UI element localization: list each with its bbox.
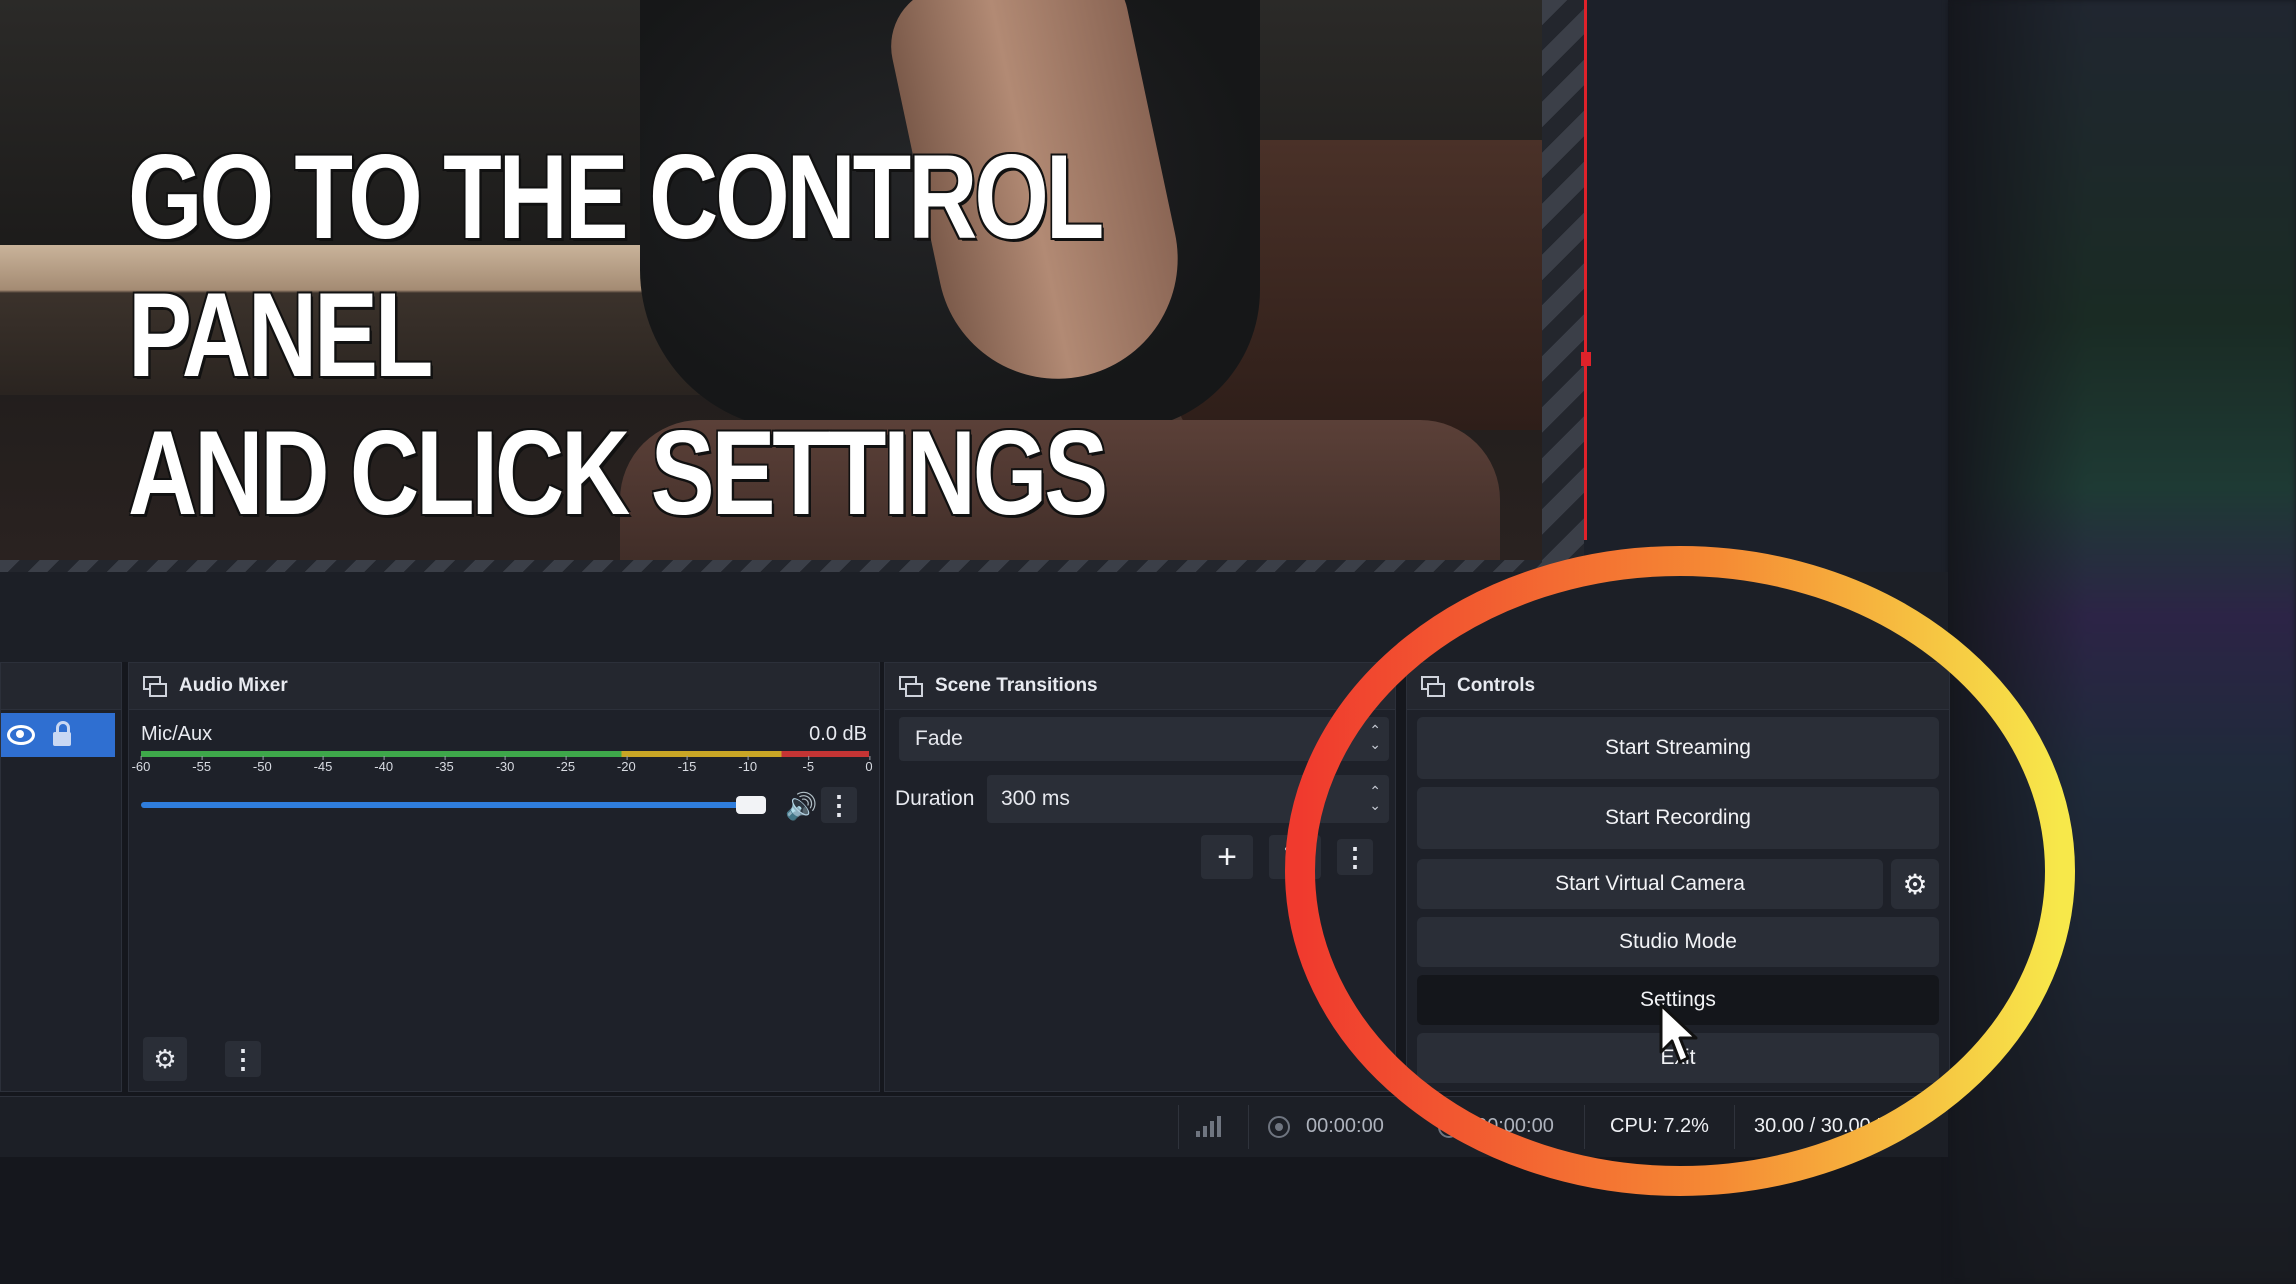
transition-menu-kebab-icon[interactable]: ⋮ xyxy=(1337,839,1373,875)
headline-overlay: GO TO THE CONTROL PANEL AND CLICK SETTIN… xyxy=(128,128,1262,542)
recording-indicator-icon xyxy=(1438,1115,1460,1138)
transition-select[interactable]: Fade ⌃ ⌄ xyxy=(899,717,1389,761)
headline-line-1: GO TO THE CONTROL PANEL xyxy=(128,130,1103,402)
meter-tick-label: -40 xyxy=(374,756,394,774)
record-time: 00:00:00 xyxy=(1476,1115,1554,1137)
meter-tick-label: -55 xyxy=(192,756,212,774)
meter-tick-label: -60 xyxy=(131,756,151,774)
dock-band xyxy=(0,572,1948,662)
sources-panel xyxy=(0,662,122,1092)
undock-icon[interactable] xyxy=(1419,674,1445,698)
speaker-icon[interactable]: 🔊 xyxy=(785,791,817,822)
scene-transitions-panel: Scene Transitions Fade ⌃ ⌄ Duration 300 m… xyxy=(884,662,1396,1092)
start-streaming-button[interactable]: Start Streaming xyxy=(1417,717,1939,779)
transition-select-value: Fade xyxy=(915,727,963,750)
record-status: 00:00:00 xyxy=(1438,1115,1554,1138)
spinbox-arrows-icon[interactable]: ⌃ ⌄ xyxy=(1369,784,1381,812)
source-row-selected[interactable] xyxy=(1,713,115,757)
duration-label: Duration xyxy=(895,787,975,810)
status-separator xyxy=(1248,1105,1249,1149)
start-virtual-camera-button[interactable]: Start Virtual Camera xyxy=(1417,859,1883,909)
meter-tick-label: -35 xyxy=(434,756,454,774)
blurred-background xyxy=(1948,0,2296,1284)
mixer-level-readout: 0.0 dB xyxy=(809,723,867,745)
status-separator xyxy=(1584,1105,1585,1149)
advanced-audio-gear-icon[interactable]: ⚙ xyxy=(143,1037,187,1081)
meter-ticks: -60 -55 -50 -45 -40 -35 -30 -25 -20 -15 -10 -5 0 xyxy=(132,756,873,783)
duration-value: 300 ms xyxy=(1001,787,1070,810)
streaming-indicator-icon xyxy=(1268,1115,1290,1138)
volume-slider-track[interactable] xyxy=(141,802,751,808)
scene-transitions-header: Scene Transitions xyxy=(885,663,1395,710)
preview-edge-stripes-vertical xyxy=(1542,0,1584,572)
audio-mixer-title: Audio Mixer xyxy=(179,675,288,696)
fps-readout: 30.00 / 30.00 FPS xyxy=(1754,1115,1916,1137)
mouse-cursor-icon xyxy=(1659,1003,1698,1064)
mixer-source-name: Mic/Aux xyxy=(141,723,213,745)
remove-transition-trash-icon[interactable]: 🗑 xyxy=(1269,835,1321,879)
meter-tick-label: -25 xyxy=(556,756,576,774)
select-arrows-icon: ⌃ ⌄ xyxy=(1369,722,1381,752)
status-separator xyxy=(1734,1105,1735,1149)
undock-icon[interactable] xyxy=(141,674,167,698)
undock-icon[interactable] xyxy=(897,674,923,698)
meter-tick-label: -50 xyxy=(252,756,272,774)
controls-header: Controls xyxy=(1407,663,1949,710)
preview-edge-stripes xyxy=(0,560,1545,572)
scene-transitions-title: Scene Transitions xyxy=(935,675,1098,696)
eye-icon[interactable] xyxy=(7,725,35,745)
network-status xyxy=(1196,1115,1222,1137)
meter-tick-label: -20 xyxy=(616,756,636,774)
meter-tick-label: -30 xyxy=(495,756,515,774)
headline-line-2: AND CLICK SETTINGS xyxy=(128,406,1108,540)
meter-tick-label: -45 xyxy=(313,756,333,774)
audio-mixer-panel: Audio Mixer Mic/Aux 0.0 dB -60 -55 -50 -45-… xyxy=(128,662,880,1092)
lock-icon[interactable] xyxy=(53,721,71,746)
preview-bounding-line xyxy=(1584,0,1587,540)
signal-strength-icon xyxy=(1196,1115,1222,1137)
audio-mixer-header: Audio Mixer xyxy=(129,663,879,710)
canvas-background xyxy=(1584,0,1948,580)
status-separator xyxy=(1178,1105,1179,1149)
start-recording-button[interactable]: Start Recording xyxy=(1417,787,1939,849)
meter-tick-label: -15 xyxy=(677,756,697,774)
meter-tick-label: -10 xyxy=(738,756,758,774)
mixer-menu-kebab-icon[interactable]: ⋮ xyxy=(821,787,857,823)
add-transition-plus-icon[interactable]: + xyxy=(1201,835,1253,879)
volume-slider-knob[interactable] xyxy=(735,796,766,814)
audio-mixer-menu-kebab-icon[interactable]: ⋮ xyxy=(225,1041,261,1077)
meter-tick-label: 0 xyxy=(865,756,873,774)
controls-title: Controls xyxy=(1457,675,1536,696)
status-bar: 00:00:00 00:00:00 CPU: 7.2% 30.00 / 30.0… xyxy=(0,1096,1948,1157)
meter-tick-label: -5 xyxy=(802,756,815,774)
cpu-usage: CPU: 7.2% xyxy=(1610,1115,1709,1137)
studio-mode-button[interactable]: Studio Mode xyxy=(1417,917,1939,967)
virtual-camera-settings-gear-icon[interactable]: ⚙ xyxy=(1891,859,1939,909)
duration-spinbox[interactable]: 300 ms ⌃ ⌄ xyxy=(987,775,1389,823)
stream-time: 00:00:00 xyxy=(1306,1115,1384,1137)
sources-header xyxy=(1,663,121,710)
preview-resize-handle[interactable] xyxy=(1581,352,1591,366)
stream-status: 00:00:00 xyxy=(1268,1115,1384,1138)
video-preview: GO TO THE CONTROL PANEL AND CLICK SETTIN… xyxy=(0,0,1545,565)
